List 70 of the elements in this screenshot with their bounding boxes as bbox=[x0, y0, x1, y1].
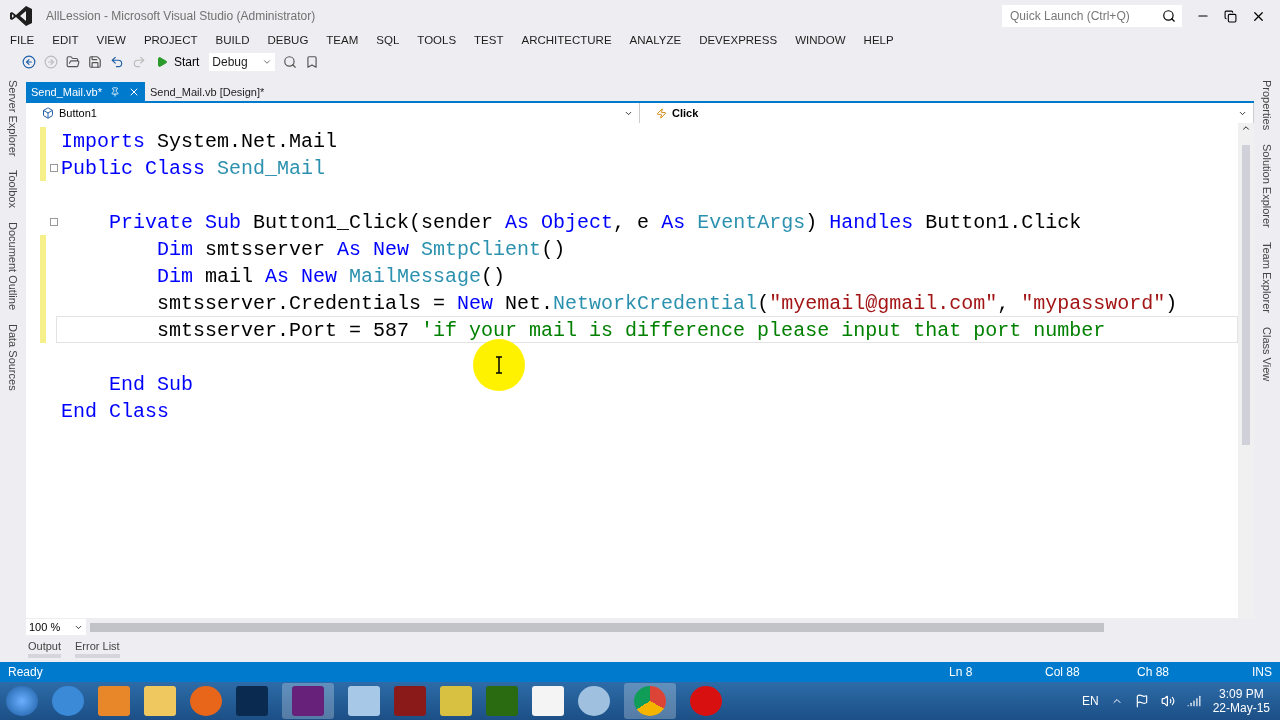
status-message: Ready bbox=[8, 665, 44, 679]
language-indicator[interactable]: EN bbox=[1081, 694, 1099, 708]
column-indicator: Col 88 bbox=[1045, 665, 1081, 679]
menu-item[interactable]: EDIT bbox=[52, 34, 88, 46]
menu-item[interactable]: VIEW bbox=[96, 34, 135, 46]
side-panel-tab[interactable]: Data Sources bbox=[7, 324, 19, 392]
side-panel-tab[interactable]: Solution Explorer bbox=[1261, 144, 1273, 228]
side-panel-tab[interactable]: Toolbox bbox=[7, 170, 19, 209]
side-panel-tab[interactable]: Team Explorer bbox=[1261, 241, 1273, 313]
collapse-toggle[interactable] bbox=[50, 217, 58, 226]
signal-icon[interactable] bbox=[1186, 694, 1201, 708]
side-panel-tab[interactable]: Class View bbox=[1261, 326, 1273, 382]
configuration-dropdown[interactable]: Debug bbox=[209, 53, 276, 71]
menu-item[interactable]: TEST bbox=[474, 34, 513, 46]
bookmark-icon[interactable] bbox=[305, 55, 320, 69]
menu-item[interactable]: BUILD bbox=[215, 34, 259, 46]
side-panel-tab[interactable]: Document Outline bbox=[7, 222, 19, 311]
code-line: smtsserver.Port = 587 'if your mail is difference please input that port number bbox=[156, 319, 1106, 342]
char-indicator: Ch 88 bbox=[1137, 665, 1170, 679]
clock[interactable]: 3:09 PM 22-May-15 bbox=[1212, 687, 1270, 715]
document-tab[interactable]: Send_Mail.vb* bbox=[26, 82, 145, 101]
menu-item[interactable]: TOOLS bbox=[417, 34, 466, 46]
zoom-dropdown[interactable]: 100 % bbox=[26, 619, 86, 635]
forward-icon[interactable] bbox=[44, 55, 58, 69]
redo-icon[interactable] bbox=[132, 55, 146, 69]
menu-item[interactable]: HELP bbox=[863, 34, 903, 46]
window-title: AllLession - Microsoft Visual Studio (Administrator) bbox=[46, 9, 317, 23]
search-icon bbox=[1162, 9, 1176, 23]
scroll-up-icon[interactable] bbox=[1241, 123, 1251, 133]
code-line: smtsserver.Credentials = New Net.NetworkCredential("myemail@gmail.com", "mypassword") bbox=[156, 292, 1178, 315]
menu-item[interactable]: FILE bbox=[10, 34, 44, 46]
line-indicator: Ln 8 bbox=[949, 665, 974, 679]
undo-icon[interactable] bbox=[110, 55, 124, 69]
code-line: End Class bbox=[61, 400, 170, 423]
collapse-toggle[interactable] bbox=[50, 163, 58, 172]
quick-launch-field[interactable]: Quick Launch (Ctrl+Q) bbox=[1002, 5, 1182, 27]
menu-item[interactable]: SQL bbox=[376, 34, 409, 46]
code-line: End Sub bbox=[108, 373, 194, 396]
menu-item[interactable]: TEAM bbox=[326, 34, 368, 46]
insert-mode-indicator: INS bbox=[1252, 665, 1272, 679]
menu-item[interactable]: ARCHITECTURE bbox=[521, 34, 621, 46]
lightning-icon bbox=[656, 107, 667, 119]
caret-icon bbox=[262, 57, 273, 67]
code-line: Dim mail As New MailMessage() bbox=[156, 265, 506, 288]
panel-tab[interactable]: Output bbox=[28, 640, 62, 658]
back-icon[interactable] bbox=[22, 55, 36, 69]
save-icon[interactable] bbox=[88, 55, 102, 69]
start-orb-icon[interactable] bbox=[6, 686, 38, 716]
menu-item[interactable]: DEVEXPRESS bbox=[699, 34, 787, 46]
play-icon bbox=[156, 56, 168, 68]
side-panel-tab[interactable]: Server Explorer bbox=[7, 80, 19, 157]
volume-icon[interactable] bbox=[1160, 694, 1175, 708]
text-cursor-icon bbox=[495, 356, 503, 374]
document-tab[interactable]: Send_Mail.vb [Design]* bbox=[144, 82, 270, 101]
find-icon[interactable] bbox=[283, 55, 298, 69]
start-button[interactable]: Start bbox=[154, 55, 202, 69]
code-line: Dim smtsserver As New SmtpClient() bbox=[156, 238, 566, 261]
menu-item[interactable]: WINDOW bbox=[795, 34, 855, 46]
menu-item[interactable]: ANALYZE bbox=[629, 34, 691, 46]
code-line: Private Sub Button1_Click(sender As Object, e As EventArgs) Handles Button1.Click bbox=[108, 211, 1082, 234]
menu-item[interactable]: PROJECT bbox=[143, 34, 207, 46]
flag-icon[interactable] bbox=[1134, 694, 1149, 708]
code-line: Public Class Send_Mail bbox=[61, 157, 326, 180]
code-line: Imports System.Net.Mail bbox=[61, 130, 338, 153]
menu-item[interactable]: DEBUG bbox=[267, 34, 318, 46]
panel-tab[interactable]: Error List bbox=[75, 640, 120, 658]
pin-icon[interactable] bbox=[109, 86, 120, 97]
side-panel-tab[interactable]: Properties bbox=[1261, 80, 1273, 131]
restore-icon[interactable] bbox=[1224, 9, 1237, 23]
app-logo-icon bbox=[10, 6, 32, 26]
